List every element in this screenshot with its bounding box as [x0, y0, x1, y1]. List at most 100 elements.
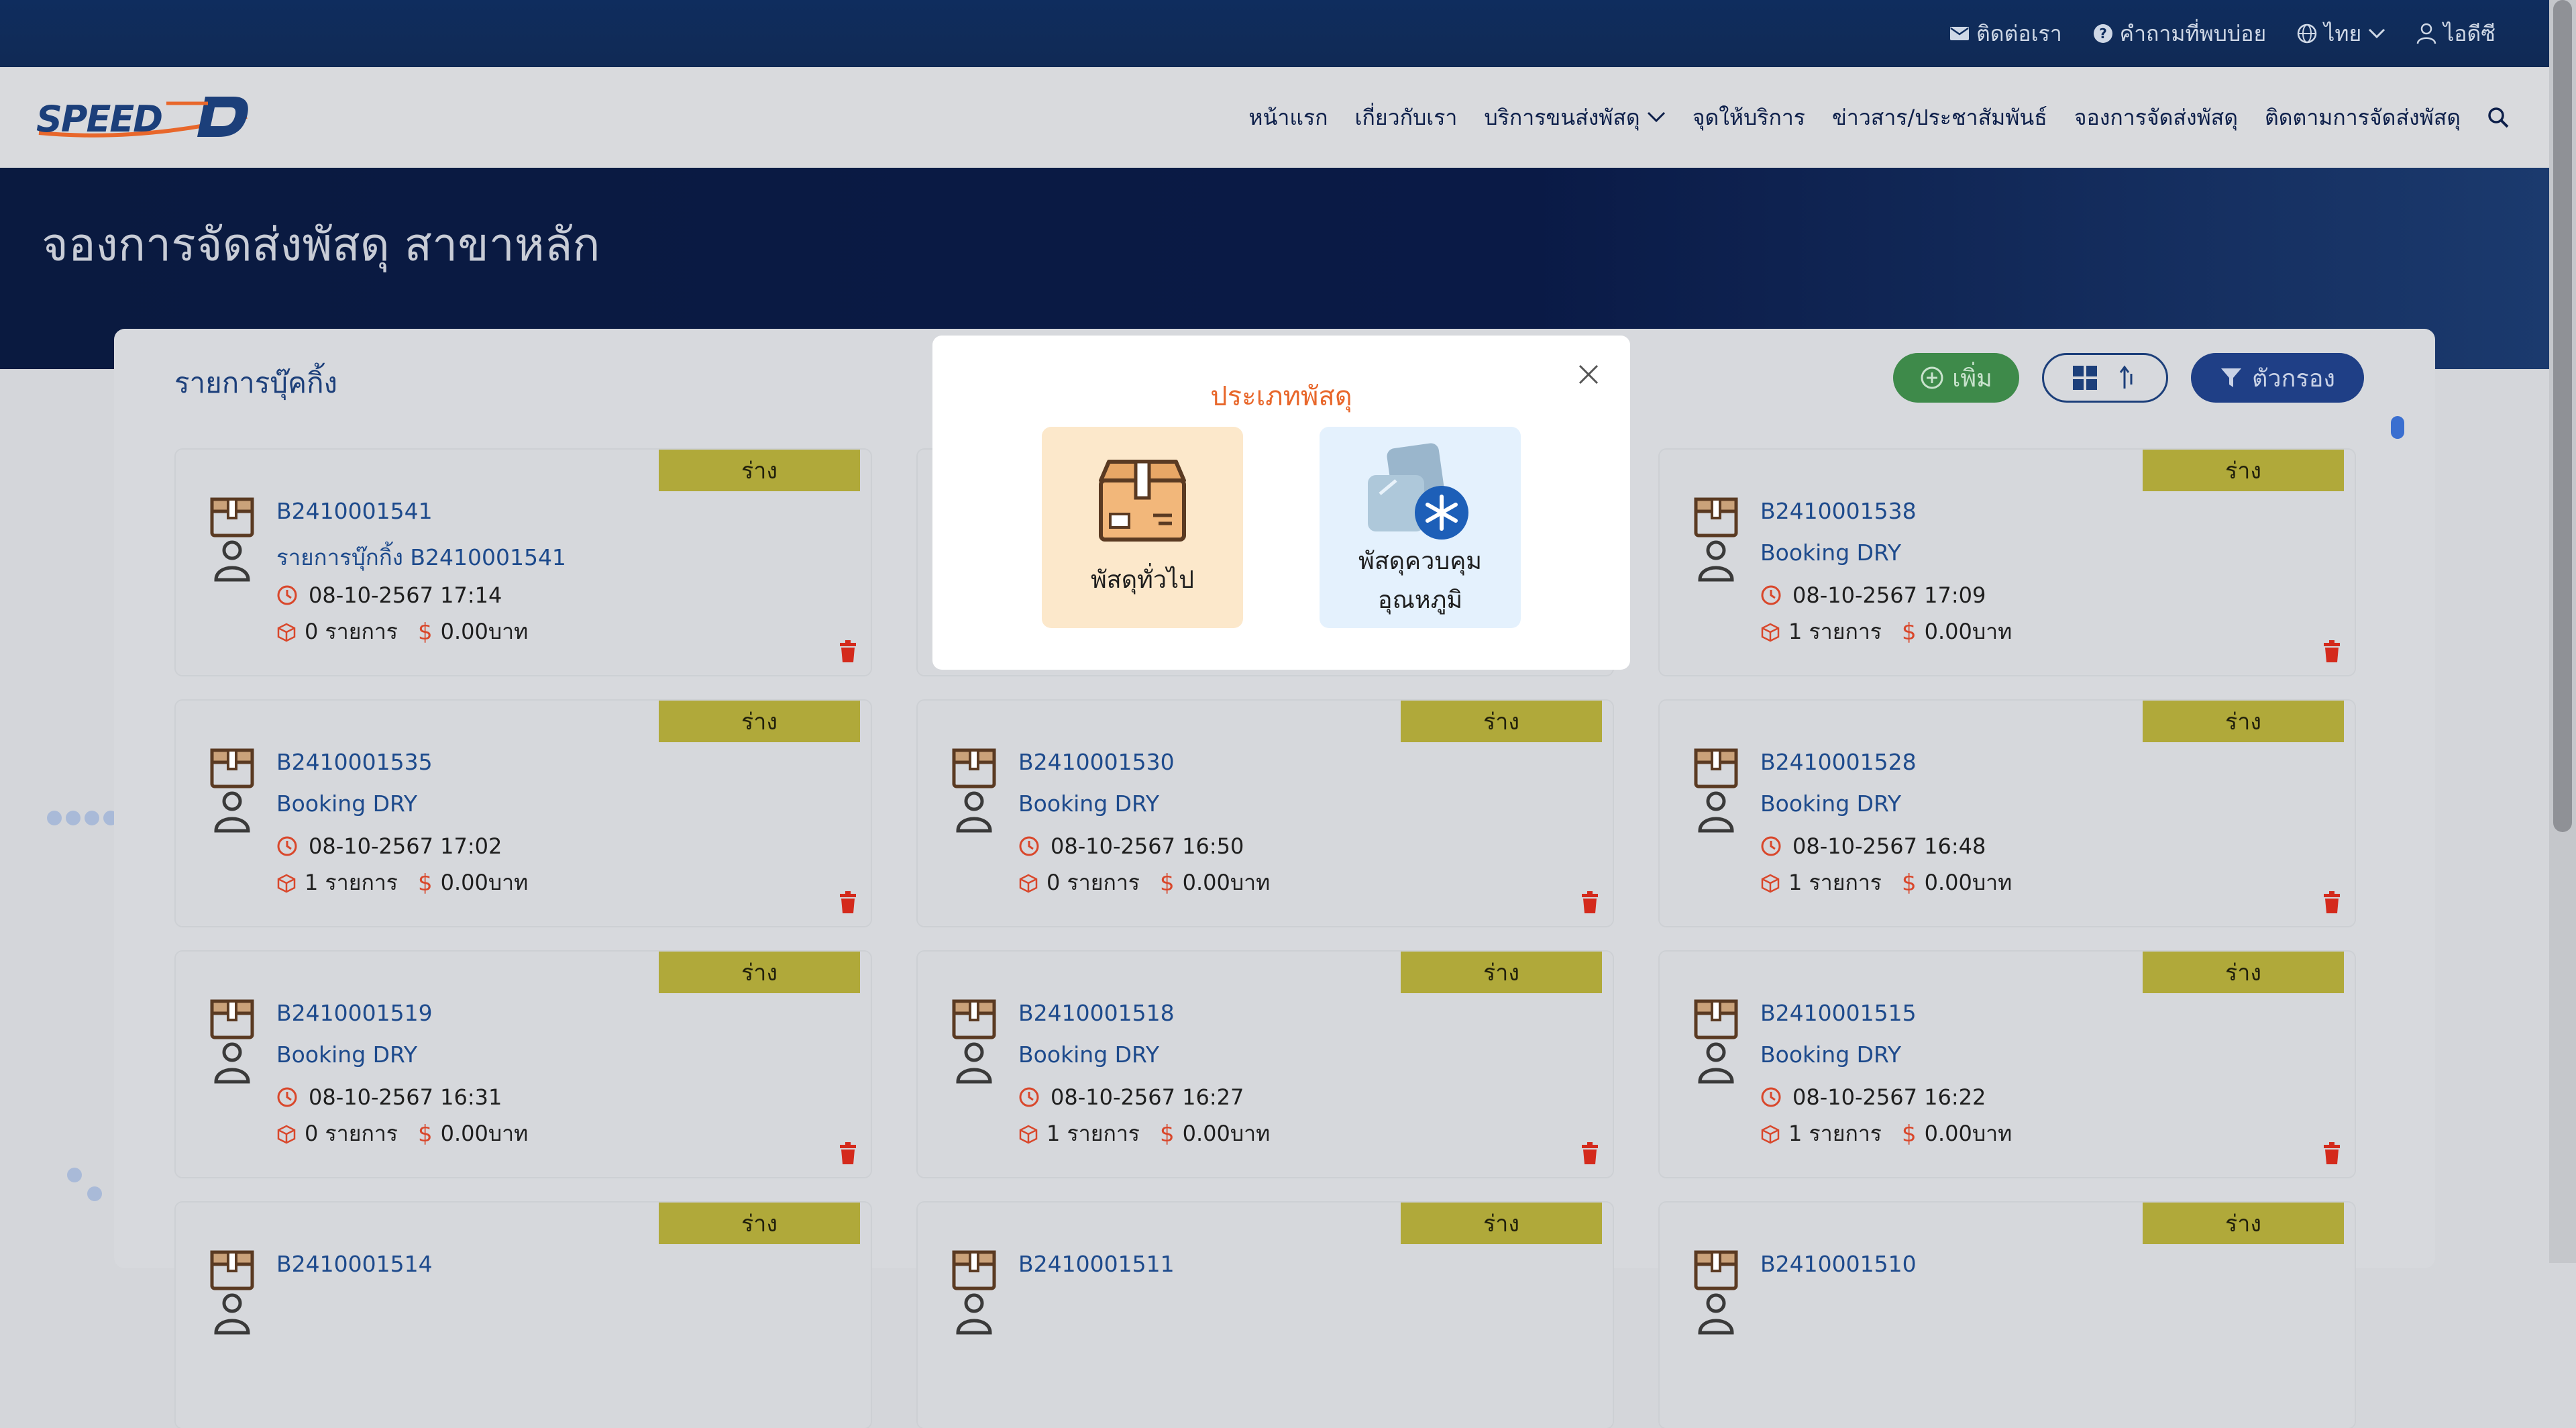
trash-icon[interactable]	[839, 640, 857, 663]
booking-id[interactable]: B2410001528	[1760, 749, 1917, 775]
filter-button[interactable]: ตัวกรอง	[2191, 353, 2364, 403]
item-count: 1 รายการ	[1788, 619, 1882, 644]
booking-card[interactable]: ร่าง B2410001514	[176, 1203, 871, 1428]
clock-icon	[1761, 1087, 1781, 1107]
booking-id[interactable]: B2410001510	[1760, 1251, 1917, 1277]
booking-id[interactable]: B2410001535	[276, 749, 433, 775]
speed-d-logo[interactable]: SPEED	[32, 91, 254, 145]
clock-icon	[1019, 836, 1039, 856]
option-general-parcel[interactable]: พัสดุทั่วไป	[1042, 427, 1243, 628]
clock-icon	[1761, 585, 1781, 605]
nav-links: หน้าแรก เกี่ยวกับเรา บริการขนส่งพัสดุ จุ…	[1248, 67, 2509, 168]
list-scrollbar-thumb[interactable]	[2391, 416, 2404, 439]
booking-card[interactable]: ร่าง B2410001511	[918, 1203, 1613, 1428]
booking-datetime: 08-10-2567 17:14	[276, 582, 502, 608]
item-count: 0 รายการ	[305, 619, 398, 644]
option-temperature-controlled[interactable]: พัสดุควบคุม อุณหภูมิ	[1320, 427, 1521, 628]
booking-subtitle: Booking DRY	[1760, 790, 1902, 817]
faq-link[interactable]: ? คำถามที่พบบ่อย	[2093, 17, 2266, 51]
package-icon	[1761, 874, 1780, 892]
draft-status-badge: ร่าง	[2143, 701, 2344, 742]
user-menu[interactable]: ไอดีซี	[2416, 17, 2496, 51]
user-label: ไอดีซี	[2443, 20, 2496, 46]
trash-icon[interactable]	[839, 891, 857, 914]
booking-id[interactable]: B2410001530	[1018, 749, 1175, 775]
contact-link[interactable]: ติดต่อเรา	[1949, 17, 2062, 51]
draft-status-badge: ร่าง	[1401, 1203, 1602, 1244]
option-cold-label-line2: อุณหภูมิ	[1377, 586, 1463, 614]
globe-icon	[2298, 23, 2317, 44]
clock-icon	[277, 1087, 297, 1107]
booking-date-text: 08-10-2567 16:48	[1792, 833, 1986, 859]
booking-date-text: 08-10-2567 16:27	[1051, 1084, 1244, 1110]
item-count: 1 รายการ	[1788, 870, 1882, 895]
booking-card[interactable]: ร่าง B2410001510	[1660, 1203, 2355, 1428]
svg-text:SPEED: SPEED	[36, 98, 162, 140]
booking-summary: 0 รายการ $0.00บาท	[276, 615, 528, 649]
grid-icon[interactable]	[2072, 365, 2098, 391]
package-icon	[277, 874, 296, 892]
booking-price: 0.00บาท	[440, 870, 529, 895]
close-icon[interactable]	[1576, 362, 1601, 387]
search-icon[interactable]	[2487, 107, 2509, 128]
language-selector[interactable]: ไทย	[2297, 17, 2385, 51]
trash-icon[interactable]	[2322, 1142, 2341, 1165]
nav-booking[interactable]: จองการจัดส่งพัสดุ	[2074, 101, 2238, 135]
add-button-label: เพิ่ม	[1952, 364, 1992, 393]
booking-card[interactable]: ร่าง B2410001518 Booking DRY 08-10-2567 16:…	[918, 952, 1613, 1177]
nav-news[interactable]: ข่าวสาร/ประชาสัมพันธ์	[1832, 101, 2047, 135]
mail-icon	[1950, 27, 1969, 40]
chevron-down-icon	[2369, 28, 2385, 39]
booking-id[interactable]: B2410001538	[1760, 498, 1917, 524]
booking-datetime: 08-10-2567 16:22	[1760, 1084, 1986, 1110]
booking-card[interactable]: ร่าง B2410001530 Booking DRY 08-10-2567 16:…	[918, 701, 1613, 926]
draft-status-badge: ร่าง	[1401, 952, 1602, 993]
nav-home[interactable]: หน้าแรก	[1248, 101, 1328, 135]
booking-card[interactable]: ร่าง B2410001515 Booking DRY 08-10-2567 16:…	[1660, 952, 2355, 1177]
svg-text:?: ?	[2099, 26, 2107, 42]
dollar-icon: $	[1159, 869, 1175, 897]
nav-service-points[interactable]: จุดให้บริการ	[1693, 101, 1805, 135]
box-user-icon	[210, 999, 254, 1084]
trash-icon[interactable]	[1580, 891, 1599, 914]
booking-id[interactable]: B2410001515	[1760, 1000, 1917, 1026]
booking-datetime: 08-10-2567 17:09	[1760, 582, 1986, 608]
draft-status-badge: ร่าง	[659, 450, 860, 491]
clock-icon	[277, 836, 297, 856]
clock-icon	[1761, 836, 1781, 856]
nav-about[interactable]: เกี่ยวกับเรา	[1355, 101, 1458, 135]
booking-card[interactable]: ร่าง B2410001541 รายการบุ๊กกิ้ง B241000154…	[176, 450, 871, 675]
view-toggle-button[interactable]	[2042, 353, 2168, 403]
sort-icon[interactable]	[2118, 364, 2138, 391]
trash-icon[interactable]	[2322, 640, 2341, 663]
booking-subtitle: Booking DRY	[276, 790, 418, 817]
box-user-icon	[952, 999, 996, 1084]
booking-price: 0.00บาท	[440, 1121, 529, 1146]
draft-status-badge: ร่าง	[659, 701, 860, 742]
booking-subtitle: Booking DRY	[1760, 1041, 1902, 1068]
booking-datetime: 08-10-2567 16:27	[1018, 1084, 1244, 1110]
page-scrollbar-thumb[interactable]	[2553, 0, 2572, 832]
trash-icon[interactable]	[839, 1142, 857, 1165]
add-booking-button[interactable]: เพิ่ม	[1893, 353, 2019, 403]
clock-icon	[1019, 1087, 1039, 1107]
booking-card[interactable]: ร่าง B2410001538 Booking DRY 08-10-2567 17:…	[1660, 450, 2355, 675]
booking-id[interactable]: B2410001514	[276, 1251, 433, 1277]
booking-id[interactable]: B2410001511	[1018, 1251, 1175, 1277]
booking-card[interactable]: ร่าง B2410001528 Booking DRY 08-10-2567 16:…	[1660, 701, 2355, 926]
dollar-icon: $	[1159, 1120, 1175, 1148]
booking-card[interactable]: ร่าง B2410001535 Booking DRY 08-10-2567 17:…	[176, 701, 871, 926]
trash-icon[interactable]	[1580, 1142, 1599, 1165]
nav-services[interactable]: บริการขนส่งพัสดุ	[1484, 101, 1665, 135]
booking-id[interactable]: B2410001518	[1018, 1000, 1175, 1026]
booking-id[interactable]: B2410001519	[276, 1000, 433, 1026]
booking-subtitle: รายการบุ๊กกิ้ง B2410001541	[276, 544, 566, 570]
booking-price: 0.00บาท	[440, 619, 529, 644]
nav-tracking[interactable]: ติดตามการจัดส่งพัสดุ	[2265, 101, 2461, 135]
booking-id[interactable]: B2410001541	[276, 498, 433, 524]
ice-snowflake-icon	[1368, 443, 1468, 540]
box-user-icon	[210, 497, 254, 582]
item-count: 0 รายการ	[1046, 870, 1140, 895]
trash-icon[interactable]	[2322, 891, 2341, 914]
booking-card[interactable]: ร่าง B2410001519 Booking DRY 08-10-2567 16:…	[176, 952, 871, 1177]
